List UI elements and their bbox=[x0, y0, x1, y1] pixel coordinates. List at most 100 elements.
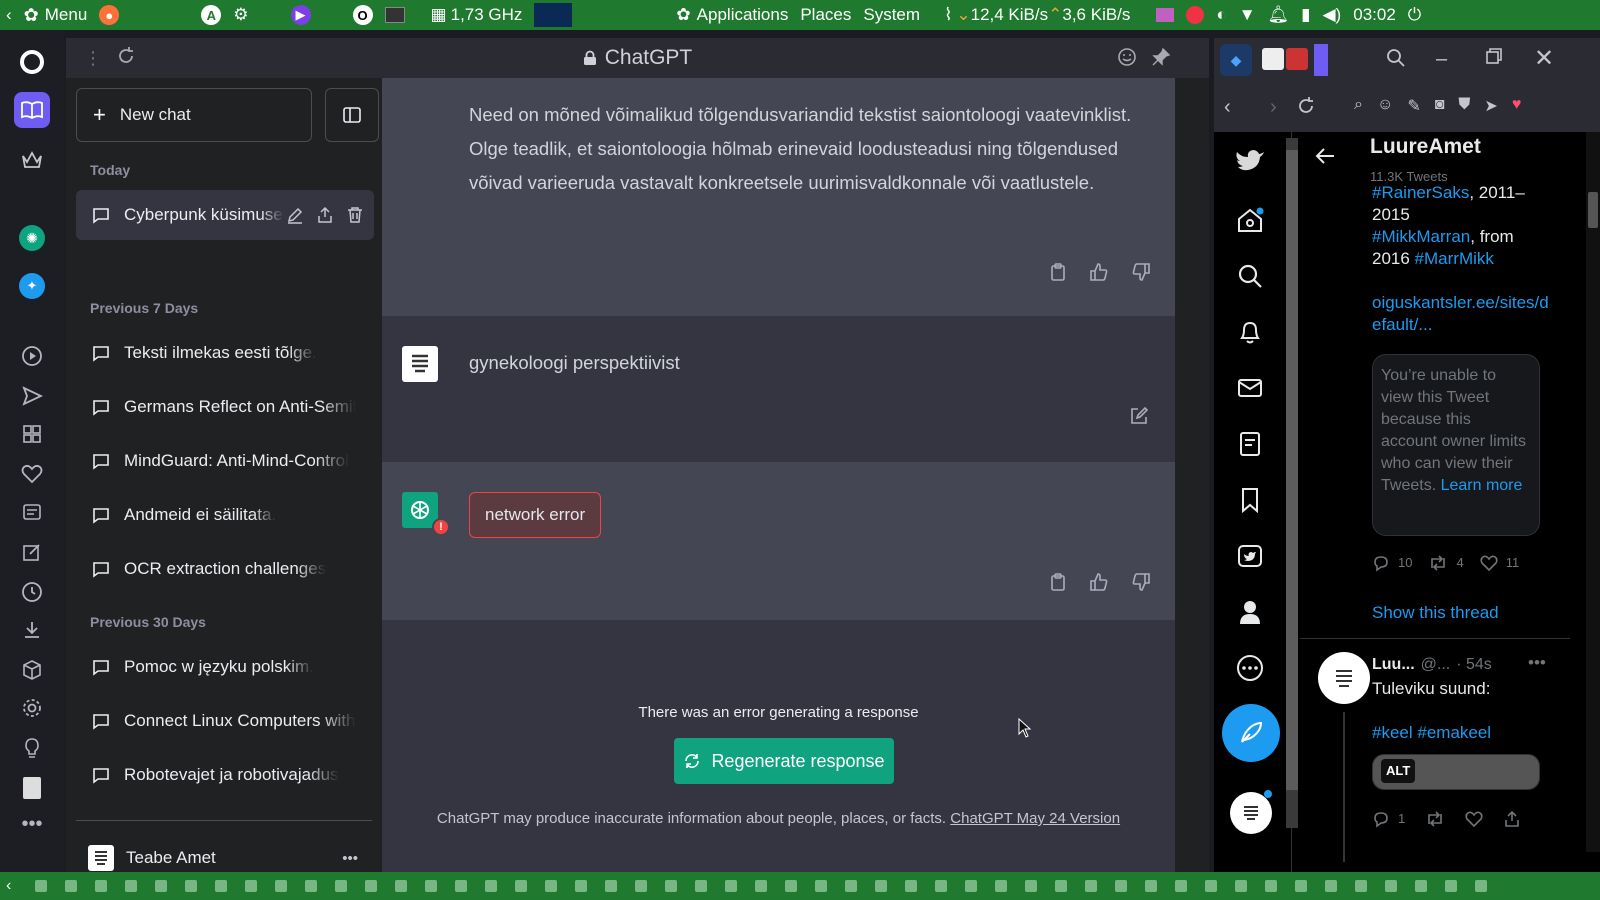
sidebar-more-button[interactable]: ••• bbox=[14, 806, 50, 842]
twitter-scroll-thumb[interactable] bbox=[1588, 192, 1598, 228]
taskbar-window-38[interactable] bbox=[1145, 880, 1158, 892]
taskbar-window-48[interactable] bbox=[1445, 880, 1458, 892]
tray-wifi[interactable]: ▼ bbox=[1233, 0, 1262, 30]
send-sidebar-button[interactable] bbox=[14, 378, 50, 414]
extensions-button[interactable] bbox=[14, 652, 50, 688]
shield-icon[interactable]: ⛊ bbox=[1458, 96, 1470, 116]
copy-icon[interactable] bbox=[1049, 572, 1067, 592]
twitter-messages-button[interactable] bbox=[1232, 370, 1268, 406]
taskbar-window-3[interactable] bbox=[95, 880, 108, 892]
taskbar-window-43[interactable] bbox=[1295, 880, 1308, 892]
player-launcher[interactable]: ▶ bbox=[285, 0, 317, 30]
back-button[interactable]: ‹ bbox=[1224, 96, 1231, 119]
twitter-back-button[interactable] bbox=[1314, 146, 1336, 166]
taskbar-window-40[interactable] bbox=[1205, 880, 1218, 892]
zoom-icon[interactable]: ⌕ bbox=[1354, 96, 1363, 116]
taskbar-window-31[interactable] bbox=[935, 880, 948, 892]
tab-search-button[interactable] bbox=[1386, 48, 1406, 68]
like-button[interactable] bbox=[1465, 810, 1483, 828]
network-monitor[interactable]: ⌇ ⌄ 12,4 KiB/s ⌃ 3,6 KiB/s bbox=[938, 0, 1136, 30]
twitter-lists-button[interactable] bbox=[1232, 426, 1268, 462]
alt-badge[interactable]: ALT bbox=[1381, 759, 1416, 783]
system-menu[interactable]: System bbox=[857, 0, 926, 30]
edit-icon[interactable] bbox=[286, 206, 304, 224]
tray-notifications[interactable]: 🔔︎ bbox=[1262, 0, 1296, 30]
new-chat-button[interactable]: + New chat bbox=[76, 88, 312, 142]
twitter-explore-button[interactable] bbox=[1232, 258, 1268, 294]
emoji-icon[interactable]: ☺ bbox=[1377, 96, 1393, 116]
taskbar-window-21[interactable] bbox=[635, 880, 648, 892]
heart-icon[interactable]: ♥ bbox=[1512, 96, 1522, 116]
hashtag-link[interactable]: #RainerSaks bbox=[1372, 183, 1469, 202]
chat-item[interactable]: Robotevajet ja robotivajadus bbox=[76, 750, 374, 800]
thumbs-down-icon[interactable] bbox=[1131, 262, 1151, 282]
chatgpt-sidebar-button[interactable]: ✺ bbox=[14, 220, 50, 256]
taskbar-window-6[interactable] bbox=[185, 880, 198, 892]
tray-battery[interactable]: ▮ bbox=[1295, 0, 1316, 30]
tips-button[interactable] bbox=[14, 730, 50, 766]
favorites-button[interactable] bbox=[14, 456, 50, 492]
chat-item[interactable]: MindGuard: Anti-Mind-Control bbox=[76, 436, 374, 486]
tweet-more-button[interactable]: ••• bbox=[1528, 652, 1546, 674]
taskbar-window-1[interactable] bbox=[35, 880, 48, 892]
taskbar-window-32[interactable] bbox=[965, 880, 978, 892]
taskbar-window-34[interactable] bbox=[1025, 880, 1038, 892]
tab-pin-button[interactable]: ◆ bbox=[1220, 44, 1252, 76]
tray-app-icon-1[interactable] bbox=[1150, 0, 1180, 30]
inner-scroll-thumb[interactable] bbox=[1286, 150, 1298, 790]
share-button[interactable] bbox=[1503, 810, 1521, 828]
chat-item[interactable]: Andmeid ei säilitata. bbox=[76, 490, 374, 540]
taskbar-left-arrow[interactable]: ‹ bbox=[0, 877, 17, 895]
chat-item-active[interactable]: Cyberpunk küsimused bbox=[76, 190, 374, 240]
reading-list-button[interactable] bbox=[14, 92, 50, 128]
forward-button[interactable]: › bbox=[1270, 96, 1277, 119]
taskbar-window-45[interactable] bbox=[1355, 880, 1368, 892]
version-link[interactable]: ChatGPT May 24 Version bbox=[950, 810, 1120, 827]
twitter-blue-button[interactable] bbox=[1232, 538, 1268, 574]
taskbar-window-46[interactable] bbox=[1385, 880, 1398, 892]
twitter-sidebar-button[interactable]: ✦ bbox=[14, 268, 50, 304]
tray-app-icon-2[interactable] bbox=[1180, 0, 1210, 30]
taskbar-window-12[interactable] bbox=[365, 880, 378, 892]
applications-menu[interactable]: ✿ Applications bbox=[670, 0, 794, 30]
pinboard-button[interactable] bbox=[14, 534, 50, 570]
thumbs-up-icon[interactable] bbox=[1089, 572, 1109, 592]
taskbar-window-16[interactable] bbox=[485, 880, 498, 892]
tweet-author-name[interactable]: Luu... bbox=[1372, 654, 1415, 676]
twitter-home-logo[interactable] bbox=[1232, 144, 1268, 180]
opera-menu-button[interactable] bbox=[14, 44, 50, 80]
camera-icon[interactable]: ◙ bbox=[1435, 96, 1445, 116]
taskbar-window-35[interactable] bbox=[1055, 880, 1068, 892]
taskbar-window-41[interactable] bbox=[1235, 880, 1248, 892]
taskbar-window-4[interactable] bbox=[125, 880, 138, 892]
tab-docs[interactable] bbox=[1262, 48, 1284, 70]
taskbar-window-5[interactable] bbox=[155, 880, 168, 892]
taskbar-window-29[interactable] bbox=[875, 880, 888, 892]
taskbar-window-18[interactable] bbox=[545, 880, 558, 892]
edit-message-icon[interactable] bbox=[1129, 406, 1149, 426]
toggle-sidebar-button[interactable] bbox=[325, 88, 379, 142]
taskbar-window-13[interactable] bbox=[395, 880, 408, 892]
chat-item[interactable]: Connect Linux Computers with bbox=[76, 696, 374, 746]
twitter-bookmarks-button[interactable] bbox=[1232, 482, 1268, 518]
window-scroll-track[interactable] bbox=[1175, 78, 1209, 872]
settings-launcher[interactable]: ⚙ bbox=[227, 0, 254, 30]
pencil-icon[interactable]: ✎ bbox=[1407, 96, 1420, 116]
anonymous-launcher[interactable]: A bbox=[195, 0, 227, 30]
power-button[interactable]: ⏻ bbox=[1402, 0, 1427, 30]
taskbar-window-24[interactable] bbox=[725, 880, 738, 892]
taskbar-window-44[interactable] bbox=[1325, 880, 1338, 892]
taskbar-window-17[interactable] bbox=[515, 880, 528, 892]
taskbar-window-7[interactable] bbox=[215, 880, 228, 892]
hashtag-link[interactable]: #MarrMikk bbox=[1415, 249, 1494, 268]
opera-launcher[interactable]: O bbox=[347, 0, 379, 30]
taskbar-window-22[interactable] bbox=[665, 880, 678, 892]
twitter-scrollbar[interactable] bbox=[1586, 132, 1600, 852]
chat-item[interactable]: Pomoc w języku polskim. bbox=[76, 642, 374, 692]
taskbar-window-42[interactable] bbox=[1265, 880, 1278, 892]
crown-button[interactable] bbox=[14, 142, 50, 178]
clock[interactable]: 03:02 bbox=[1347, 0, 1402, 30]
taskbar-window-9[interactable] bbox=[275, 880, 288, 892]
twitter-more-button[interactable] bbox=[1232, 650, 1268, 686]
taskbar-window-30[interactable] bbox=[905, 880, 918, 892]
